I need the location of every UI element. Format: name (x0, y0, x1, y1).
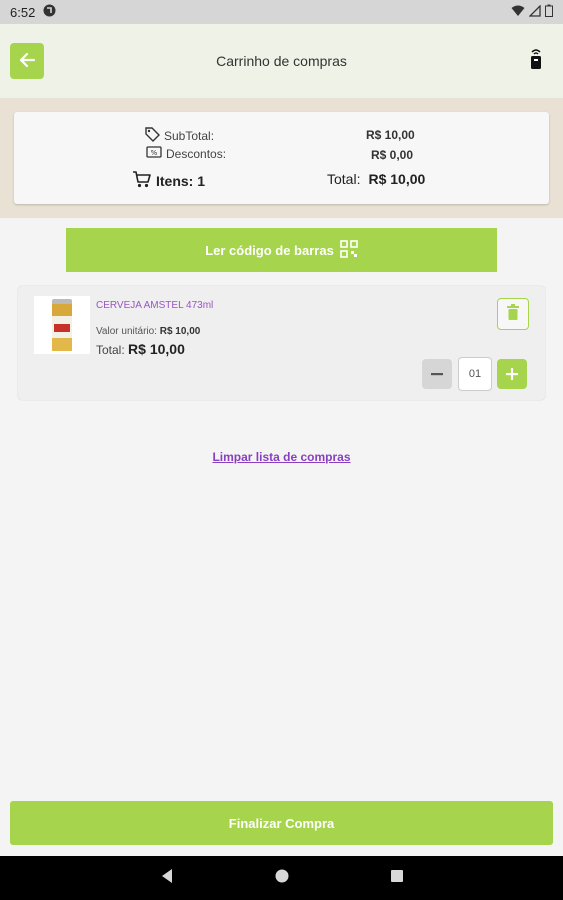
item-total-label: Total: (96, 343, 125, 357)
status-bar: 6:52 (0, 0, 563, 24)
arrow-left-icon (18, 51, 36, 72)
quantity-field[interactable]: 01 (458, 357, 492, 391)
system-nav-bar (0, 856, 563, 900)
unit-price-label: Valor unitário: (96, 326, 157, 337)
nfc-reader-icon (529, 48, 543, 75)
trash-icon (507, 303, 519, 325)
quantity-decrease-button[interactable] (422, 359, 452, 389)
total-value: R$ 10,00 (368, 171, 426, 187)
minus-icon (430, 361, 444, 387)
nfc-button[interactable] (519, 43, 553, 79)
page-title: Carrinho de compras (216, 53, 347, 69)
signal-icon (528, 3, 541, 20)
back-button[interactable] (10, 43, 44, 79)
plus-icon (505, 361, 519, 387)
cart-item-card: CERVEJA AMSTEL 473ml Valor unitário: R$ … (18, 286, 545, 400)
items-count: Itens: 1 (156, 172, 206, 189)
svg-text:%: % (151, 149, 158, 157)
finish-purchase-button[interactable]: Finalizar Compra (10, 801, 553, 845)
wifi-icon (511, 5, 525, 20)
tag-icon (144, 126, 160, 145)
item-total-value: R$ 10,00 (128, 341, 185, 357)
total-row: Total: R$ 10,00 (327, 171, 425, 187)
nav-back-icon[interactable] (160, 868, 174, 889)
discount-label: Descontos: (166, 146, 227, 161)
scan-barcode-label: Ler código de barras (205, 242, 334, 258)
unit-price-line: Valor unitário: R$ 10,00 (96, 326, 200, 337)
notification-icon (43, 4, 56, 20)
summary-section: SubTotal: R$ 10,00 % Descontos: R$ 0,00 … (0, 98, 563, 218)
cart-icon (132, 169, 152, 192)
scan-barcode-button[interactable]: Ler código de barras (66, 228, 497, 272)
total-label: Total: (327, 171, 361, 187)
qr-code-icon (339, 239, 358, 261)
subtotal-label: SubTotal: (164, 128, 215, 143)
app-bar: Carrinho de compras (0, 24, 563, 98)
ticket-icon: % (146, 146, 162, 161)
discount-row: % Descontos: (146, 146, 226, 161)
unit-price-value: R$ 10,00 (159, 326, 201, 337)
item-total-line: Total: R$ 10,00 (96, 341, 185, 357)
nav-recents-icon[interactable] (390, 869, 404, 888)
subtotal-row: SubTotal: (144, 126, 214, 145)
summary-card: SubTotal: R$ 10,00 % Descontos: R$ 0,00 … (14, 112, 549, 204)
delete-item-button[interactable] (497, 298, 529, 330)
product-image (34, 296, 90, 354)
items-row: Itens: 1 (132, 169, 205, 192)
battery-icon (545, 4, 553, 20)
status-time: 6:52 (10, 4, 36, 20)
discount-value: R$ 0,00 (371, 148, 414, 162)
product-name: CERVEJA AMSTEL 473ml (96, 300, 214, 311)
clear-list-link[interactable]: Limpar lista de compras (0, 450, 563, 464)
quantity-increase-button[interactable] (497, 359, 527, 389)
nav-home-icon[interactable] (274, 868, 290, 889)
subtotal-value: R$ 10,00 (366, 128, 415, 142)
